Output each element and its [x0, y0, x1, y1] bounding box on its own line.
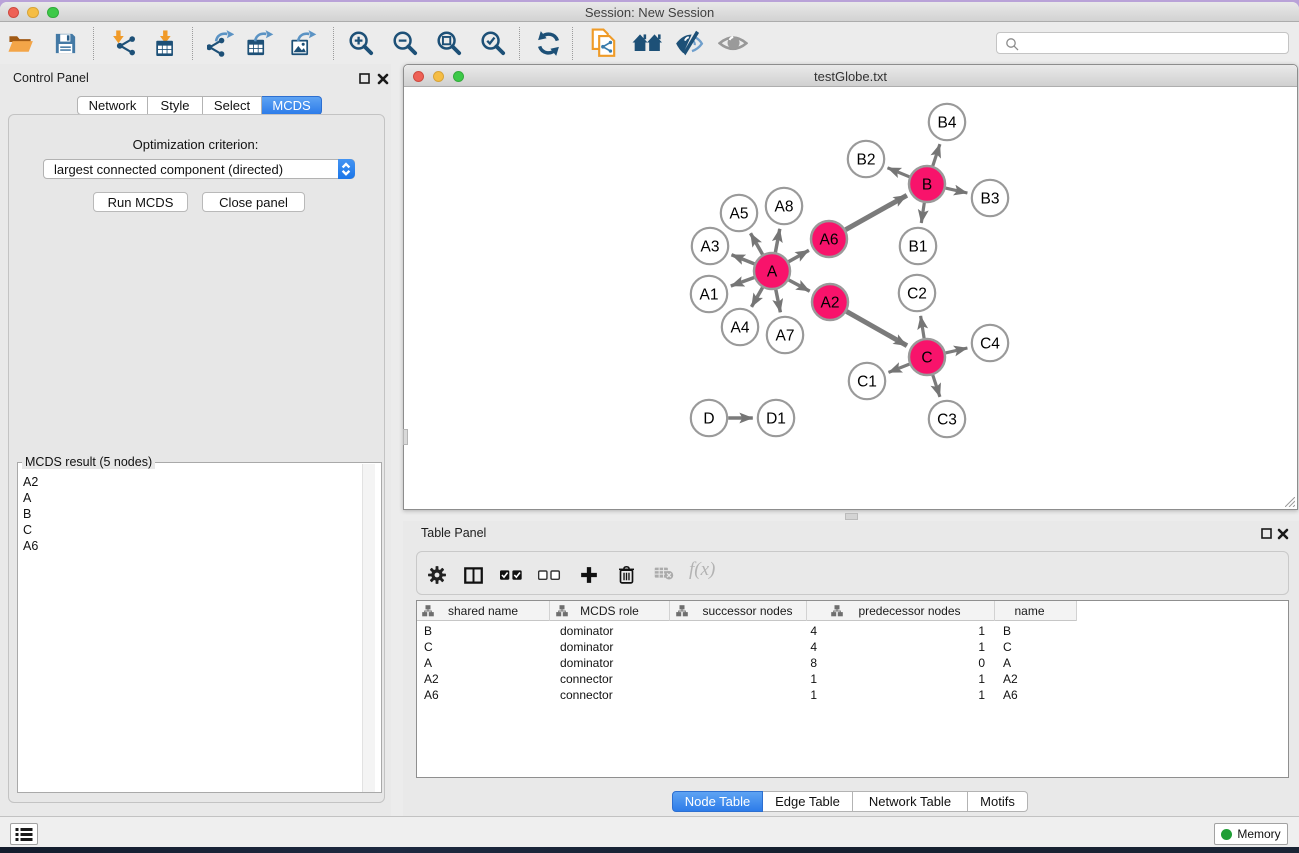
- svg-text:B2: B2: [857, 151, 876, 168]
- svg-text:B1: B1: [909, 238, 928, 255]
- svg-text:A8: A8: [775, 198, 794, 215]
- svg-text:C2: C2: [907, 285, 927, 302]
- svg-text:A4: A4: [731, 319, 750, 336]
- svg-text:D1: D1: [766, 410, 786, 427]
- svg-text:C4: C4: [980, 335, 1000, 352]
- svg-text:B: B: [922, 176, 932, 193]
- svg-text:B4: B4: [938, 114, 957, 131]
- svg-text:A2: A2: [821, 294, 840, 311]
- svg-text:C: C: [921, 349, 932, 366]
- svg-text:A: A: [767, 263, 778, 280]
- svg-text:A5: A5: [730, 205, 749, 222]
- svg-text:A1: A1: [700, 286, 719, 303]
- svg-text:A7: A7: [776, 327, 795, 344]
- svg-text:A6: A6: [820, 231, 839, 248]
- svg-text:D: D: [703, 410, 714, 427]
- svg-text:A3: A3: [701, 238, 720, 255]
- svg-text:C3: C3: [937, 411, 957, 428]
- svg-text:C1: C1: [857, 373, 877, 390]
- svg-text:B3: B3: [981, 190, 1000, 207]
